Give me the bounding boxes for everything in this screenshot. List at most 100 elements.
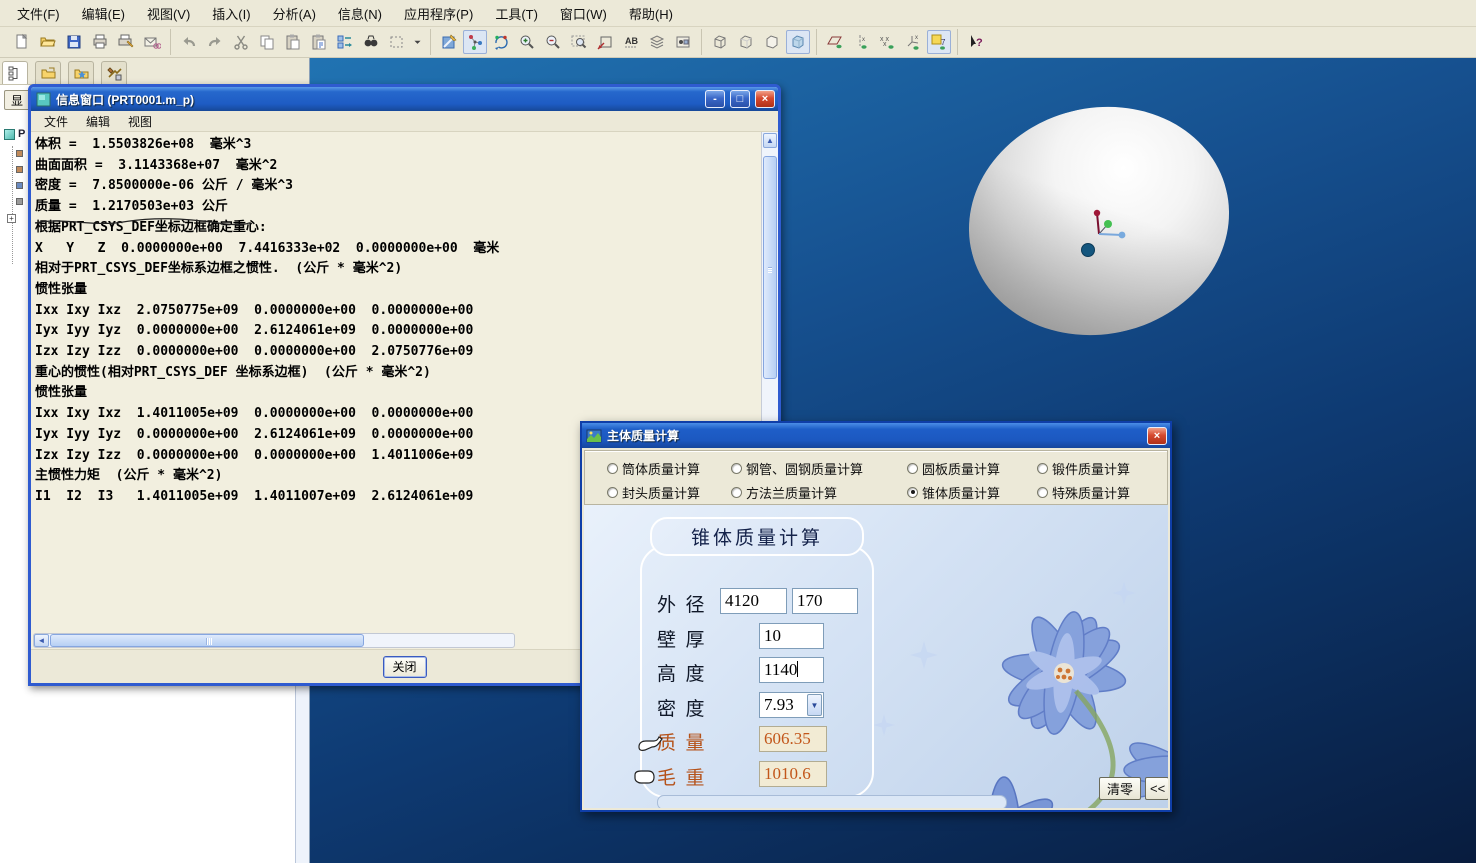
radio-cylinder-dot[interactable] [607, 462, 618, 474]
radio-forging[interactable]: 锻件质量计算 [1037, 459, 1157, 478]
radio-square-flange-dot[interactable] [731, 486, 742, 498]
radio-head[interactable]: 封头质量计算 [607, 483, 731, 502]
radio-pipe-roundbar[interactable]: 钢管、圆钢质量计算 [731, 459, 907, 478]
radio-cylinder[interactable]: 筒体质量计算 [607, 459, 731, 478]
radio-pipe-roundbar-dot[interactable] [731, 462, 742, 474]
menu-item-0[interactable]: 文件(F) [6, 0, 71, 27]
point-display-button[interactable]: x xx [875, 30, 899, 54]
radio-cone-dot[interactable] [907, 486, 918, 498]
menu-item-8[interactable]: 窗口(W) [549, 0, 618, 27]
spin-center-display-button[interactable]: 7 [927, 30, 951, 54]
nav-tab-model-tree[interactable] [2, 61, 28, 84]
info-menu-item-2[interactable]: 视图 [119, 111, 161, 132]
orient-mode-button[interactable] [489, 30, 513, 54]
nav-tab-favorites[interactable] [68, 61, 94, 84]
vertical-scroll-thumb[interactable] [763, 156, 777, 379]
menu-item-6[interactable]: 应用程序(P) [393, 0, 484, 27]
cut-button[interactable] [229, 30, 253, 54]
dialog-titlebar[interactable]: 主体质量计算 × [582, 423, 1170, 448]
menu-item-5[interactable]: 信息(N) [327, 0, 393, 27]
minimize-button[interactable]: - [705, 90, 725, 108]
find-button[interactable] [359, 30, 383, 54]
horizontal-scroll-thumb[interactable] [50, 634, 364, 647]
maximize-button[interactable]: □ [730, 90, 750, 108]
menu-item-2[interactable]: 视图(V) [136, 0, 201, 27]
nav-tab-history[interactable] [101, 61, 127, 84]
hidden-line-display-button[interactable] [734, 30, 758, 54]
selection-filter-dropdown-button[interactable] [411, 30, 424, 54]
feature-icon[interactable] [16, 150, 23, 157]
height-input[interactable]: 1140 [759, 657, 824, 683]
new-file-button[interactable] [10, 30, 34, 54]
print-button[interactable] [88, 30, 112, 54]
outer-diameter-input-2[interactable]: 170 [792, 588, 858, 614]
undo-button[interactable] [177, 30, 201, 54]
send-email-button[interactable] [140, 30, 164, 54]
view-manager-button[interactable] [671, 30, 695, 54]
repaint-button[interactable] [437, 30, 461, 54]
density-combobox[interactable]: 7.93 ▼ [759, 692, 824, 718]
nav-tab-folder-browser[interactable] [35, 61, 61, 84]
model-player-button[interactable] [333, 30, 357, 54]
copy-button[interactable] [255, 30, 279, 54]
zoom-out-button[interactable] [541, 30, 565, 54]
selection-filter-button[interactable] [385, 30, 409, 54]
close-button[interactable]: × [755, 90, 775, 108]
collapse-button[interactable]: << [1145, 777, 1168, 800]
datum-axis-display-button[interactable]: x [849, 30, 873, 54]
scroll-left-arrow[interactable]: ◄ [34, 634, 49, 647]
scroll-up-arrow[interactable]: ▲ [763, 133, 777, 148]
info-close-button[interactable]: 关闭 [382, 655, 427, 678]
print-annotate-button[interactable] [114, 30, 138, 54]
wall-thickness-input[interactable]: 10 [759, 623, 824, 649]
csys-display-button[interactable]: x [901, 30, 925, 54]
radio-circular-plate[interactable]: 圆板质量计算 [907, 459, 1037, 478]
zoom-out-icon [546, 35, 560, 49]
hand-cursor-icon [638, 736, 663, 751]
clear-button[interactable]: 清零 [1099, 777, 1141, 800]
tree-expand-icon[interactable]: + [7, 214, 16, 223]
radio-special[interactable]: 特殊质量计算 [1037, 483, 1157, 502]
radio-cone[interactable]: 锥体质量计算 [907, 483, 1037, 502]
redo-button[interactable] [203, 30, 227, 54]
open-file-button[interactable] [36, 30, 60, 54]
shading-display-button[interactable] [786, 30, 810, 54]
wireframe-display-button[interactable] [708, 30, 732, 54]
zoom-in-button[interactable] [515, 30, 539, 54]
navigator-show-button[interactable]: 显 [4, 90, 30, 110]
paste-special-button[interactable] [307, 30, 331, 54]
radio-circular-plate-dot[interactable] [907, 462, 918, 474]
density-dropdown-button[interactable]: ▼ [807, 694, 822, 716]
orient-mode-icon [495, 35, 508, 50]
feature-icon[interactable] [16, 198, 23, 205]
refit-button[interactable] [567, 30, 591, 54]
dialog-close-button[interactable]: × [1147, 426, 1167, 445]
no-hidden-display-button[interactable] [760, 30, 784, 54]
outer-diameter-input-1[interactable]: 4120 [720, 588, 787, 614]
context-help-button[interactable]: ? [964, 30, 988, 54]
application-window: 文件(F) 编辑(E) 视图(V) 插入(I) 分析(A) 信息(N) 应用程序(P) 工具(… [0, 0, 1476, 863]
feature-icon[interactable] [16, 182, 23, 189]
menu-item-4[interactable]: 分析(A) [262, 0, 327, 27]
radio-special-dot[interactable] [1037, 486, 1048, 498]
radio-square-flange[interactable]: 方法兰质量计算 [731, 483, 907, 502]
radio-forging-dot[interactable] [1037, 462, 1048, 474]
menu-item-1[interactable]: 编辑(E) [71, 0, 136, 27]
feature-icon[interactable] [16, 166, 23, 173]
info-menu-item-0[interactable]: 文件 [35, 111, 77, 132]
reorient-button[interactable] [593, 30, 617, 54]
radio-head-dot[interactable] [607, 486, 618, 498]
paste-button[interactable] [281, 30, 305, 54]
model-tree-root[interactable]: P [4, 128, 25, 140]
menu-item-7[interactable]: 工具(T) [484, 0, 549, 27]
info-menu-item-1[interactable]: 编辑 [77, 111, 119, 132]
menu-item-9[interactable]: 帮助(H) [618, 0, 684, 27]
menu-item-3[interactable]: 插入(I) [201, 0, 261, 27]
horizontal-scroll-track[interactable]: ◄ [33, 633, 515, 648]
info-window-titlebar[interactable]: 信息窗口 (PRT0001.m_p) - □ × [31, 87, 778, 111]
datum-plane-display-button[interactable] [823, 30, 847, 54]
annotations-button[interactable]: AB [619, 30, 643, 54]
save-file-button[interactable] [62, 30, 86, 54]
spin-center-button[interactable] [463, 30, 487, 54]
layers-button[interactable] [645, 30, 669, 54]
